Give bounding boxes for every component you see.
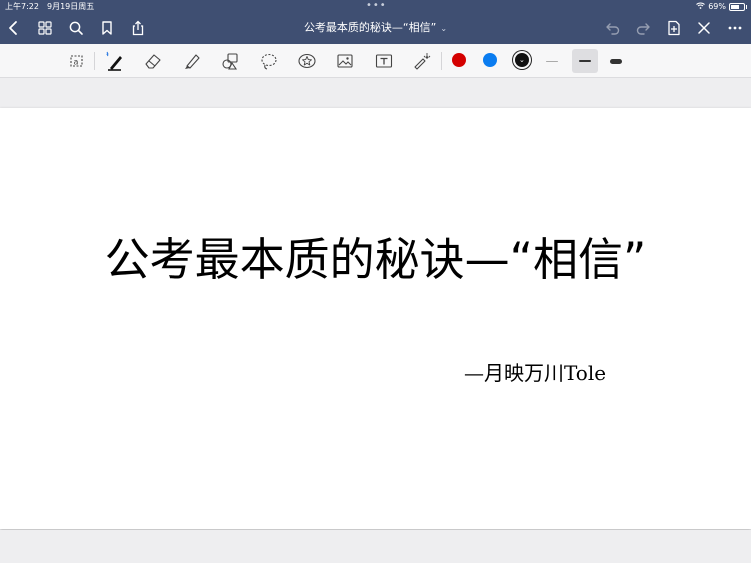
eraser-icon [145,54,161,69]
textbox-tool[interactable] [373,50,395,72]
add-page-icon [668,20,680,36]
status-bar: 上午7:22 9月19日周五 ••• 69% [0,0,751,13]
image-icon [337,54,353,68]
undo-button[interactable] [602,17,624,39]
add-page-button[interactable] [663,17,685,39]
multitask-dots[interactable]: ••• [366,0,387,12]
stroke-width-medium[interactable] [572,49,598,73]
toolbar-divider [94,52,95,70]
stroke-medium-line [579,60,591,62]
laser-pointer-tool[interactable] [411,50,433,72]
battery-fill [731,4,739,9]
text-select-tool[interactable]: a [66,50,88,72]
text-select-icon: a [70,55,83,67]
slide-title: 公考最本质的秘诀—“相信” [104,233,647,286]
status-time: 上午7:22 [5,2,39,11]
highlighter-icon [185,54,200,69]
textbox-icon [375,54,393,68]
status-date: 9月19日周五 [47,2,95,11]
drawing-toolbar: a ⌄ [0,44,751,78]
redo-button[interactable] [632,17,654,39]
svg-text:a: a [74,58,79,67]
pen-icon [106,51,122,71]
app-screen: 上午7:22 9月19日周五 ••• 69% 公考最本质的秘诀—“相信” ⌄ a… [0,0,751,563]
top-bar: 上午7:22 9月19日周五 ••• 69% 公考最本质的秘诀—“相信” ⌄ [0,0,751,44]
sticker-icon [298,53,316,69]
slide-subtitle: —月映万川Tole [464,361,607,385]
image-tool[interactable] [334,50,356,72]
eraser-tool[interactable] [142,50,164,72]
highlighter-tool[interactable] [181,50,203,72]
wifi-icon [696,0,706,13]
color-swatch-red[interactable] [452,53,466,67]
nav-row: 公考最本质的秘诀—“相信” ⌄ [0,13,751,44]
toolbar-divider [441,52,442,70]
document-title-text[interactable]: 公考最本质的秘诀—“相信” [304,21,436,34]
shape-icon [222,53,238,70]
battery-icon [729,2,747,11]
color-swatch-black[interactable]: ⌄ [515,53,529,67]
canvas-bottom-margin [0,530,751,563]
close-tools-button[interactable] [693,17,715,39]
stroke-width-thick[interactable] [603,49,629,73]
lasso-tool[interactable] [258,50,280,72]
color-swatch-blue[interactable] [483,53,497,67]
pen-tool[interactable] [103,50,125,72]
undo-icon [606,23,620,35]
close-icon [698,22,710,34]
chevron-down-icon[interactable]: ⌄ [440,24,447,33]
stroke-thick-line [610,58,622,64]
more-icon [728,26,742,30]
lasso-icon [261,53,277,70]
shape-tool[interactable] [219,50,241,72]
status-right: 69% [696,0,747,13]
slide-page[interactable]: 公考最本质的秘诀—“相信” —月映万川Tole [0,108,751,529]
stroke-thin-line [546,60,558,62]
battery-percent: 69% [708,2,726,11]
more-button[interactable] [724,17,746,39]
sticker-tool[interactable] [296,50,318,72]
canvas-margin [0,78,751,108]
redo-icon [636,23,650,35]
laser-pointer-icon [414,53,431,70]
checkmark-icon: ⌄ [519,56,525,64]
stroke-width-thin[interactable] [539,49,565,73]
